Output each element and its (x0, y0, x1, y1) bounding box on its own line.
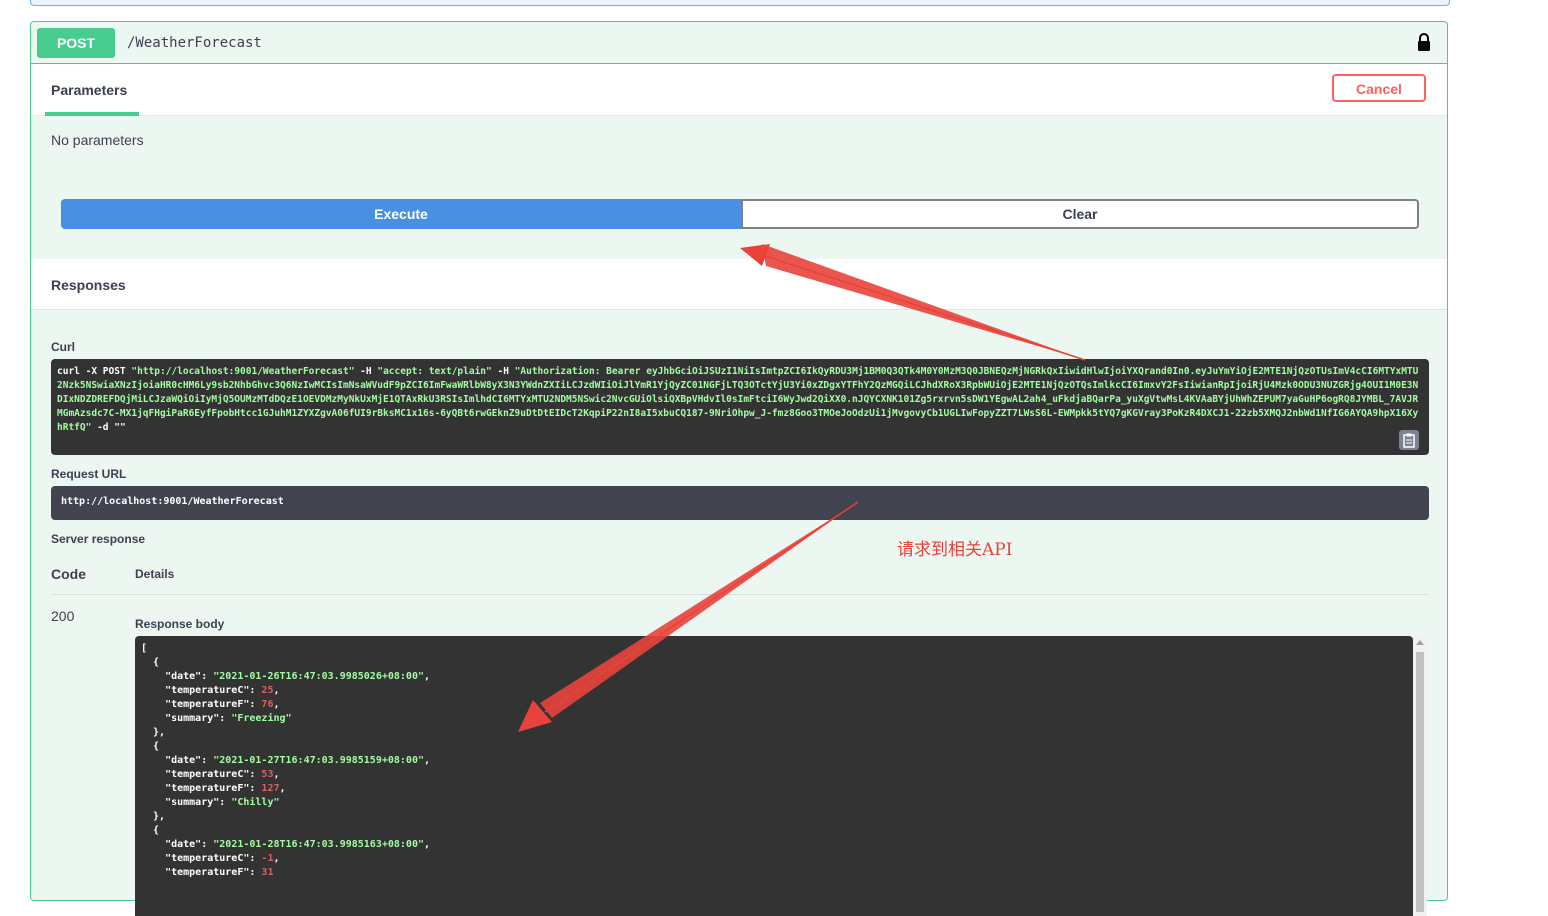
json-date: "2021-01-28T16:47:03.9985163+08:00" (213, 839, 424, 850)
curl-header-flag: -H (497, 366, 509, 377)
scroll-up-arrow-icon[interactable] (1416, 640, 1424, 645)
json-brace: { (141, 825, 160, 836)
execute-button[interactable]: Execute (61, 199, 741, 229)
json-temperature-c: 25 (261, 685, 274, 696)
previous-operation-block (30, 0, 1450, 6)
json-brace: { (141, 741, 160, 752)
curl-data-flag: -d "" (97, 422, 126, 433)
curl-url: "http://localhost:9001/WeatherForecast" (131, 366, 355, 377)
curl-label: Curl (51, 340, 75, 354)
scrollbar-thumb[interactable] (1416, 652, 1424, 912)
json-key: "summary" (141, 797, 220, 808)
curl-header-flag: -H (360, 366, 372, 377)
responses-header: Responses (31, 259, 1447, 310)
json-summary: "Freezing" (231, 713, 292, 724)
json-key: "date" (141, 671, 202, 682)
json-temperature-f: 127 (261, 783, 280, 794)
active-tab-indicator (45, 112, 139, 116)
json-temperature-c: 53 (261, 769, 274, 780)
tab-parameters[interactable]: Parameters (51, 82, 127, 98)
json-key: "temperatureC" (141, 685, 250, 696)
json-key: "temperatureF" (141, 699, 250, 710)
json-brace: }, (141, 811, 166, 822)
json-key: "temperatureF" (141, 783, 250, 794)
json-temperature-c: -1 (261, 853, 274, 864)
curl-command[interactable]: curl -X POST "http://localhost:9001/Weat… (51, 359, 1429, 455)
json-key: "date" (141, 755, 202, 766)
code-column-header: Code (51, 566, 86, 582)
response-body-label: Response body (135, 617, 225, 631)
responses-title: Responses (51, 277, 126, 293)
json-bracket: [ (141, 643, 148, 654)
no-parameters-text: No parameters (51, 132, 144, 148)
request-url-label: Request URL (51, 467, 127, 481)
json-key: "summary" (141, 713, 220, 724)
json-key: "date" (141, 839, 202, 850)
parameters-header: Parameters Cancel (31, 64, 1447, 116)
json-brace: { (141, 657, 160, 668)
copy-to-clipboard-icon[interactable] (1399, 430, 1419, 450)
json-brace: }, (141, 727, 166, 738)
clear-button[interactable]: Clear (741, 199, 1419, 229)
response-body-scrollbar[interactable] (1413, 636, 1427, 916)
json-date: "2021-01-26T16:47:03.9985026+08:00" (213, 671, 424, 682)
method-badge: POST (37, 28, 115, 58)
server-response-label: Server response (51, 532, 146, 546)
request-url-value[interactable]: http://localhost:9001/WeatherForecast (51, 486, 1429, 520)
details-column-header: Details (135, 567, 175, 581)
status-code: 200 (51, 608, 75, 624)
response-body[interactable]: [ { "date": "2021-01-26T16:47:03.9985026… (135, 636, 1413, 916)
curl-prefix: curl -X POST (57, 366, 126, 377)
post-weatherforecast-operation: POST /WeatherForecast Parameters Cancel … (30, 21, 1448, 916)
json-key: "temperatureC" (141, 853, 250, 864)
json-temperature-f: 76 (261, 699, 274, 710)
table-divider (51, 594, 1429, 595)
lock-icon[interactable] (1416, 33, 1432, 51)
json-summary: "Chilly" (231, 797, 280, 808)
json-date: "2021-01-27T16:47:03.9985159+08:00" (213, 755, 424, 766)
cancel-button[interactable]: Cancel (1332, 74, 1426, 102)
json-key: "temperatureC" (141, 769, 250, 780)
operation-path: /WeatherForecast (127, 35, 262, 51)
operation-summary[interactable]: POST /WeatherForecast (31, 22, 1447, 64)
annotation-label: 请求到相关API (897, 540, 1013, 560)
curl-accept-header: "accept: text/plain" (377, 366, 492, 377)
